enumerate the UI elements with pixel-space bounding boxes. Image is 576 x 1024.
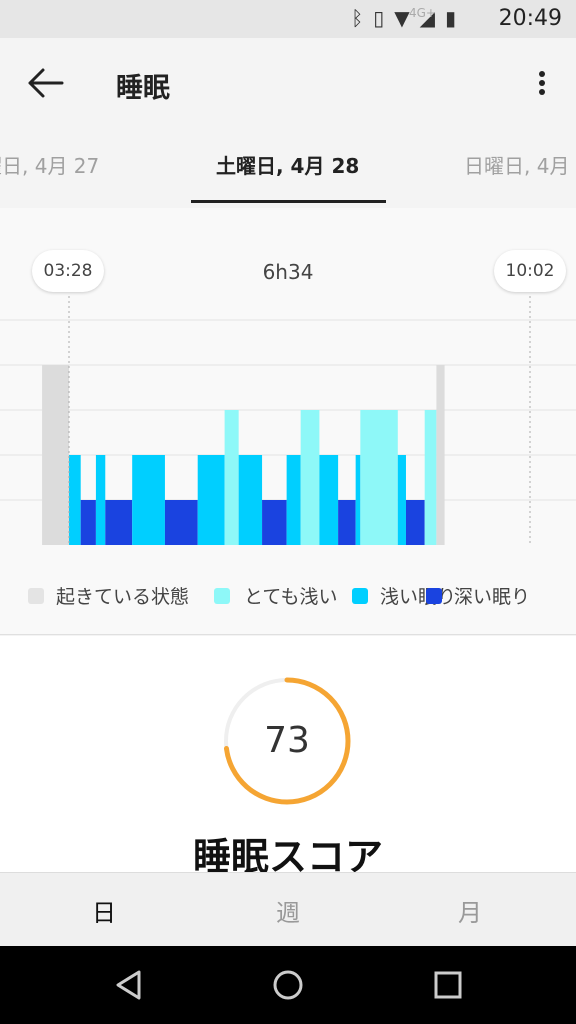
date-tab-current[interactable]: 土曜日, 4月 28 [216, 150, 359, 179]
sleep-stage-bar [224, 410, 239, 545]
system-navigation-bar [0, 946, 576, 1024]
sleep-stage-bar [238, 455, 263, 545]
bottom-tab-bar: 日 週 月 [0, 872, 576, 947]
date-tab-previous[interactable]: 曜日, 4月 27 [0, 150, 99, 179]
tab-week[interactable]: 週 [238, 893, 338, 928]
battery-icon: ▮ [444, 6, 456, 30]
legend-label-light: 浅い眠り [380, 586, 457, 608]
sleep-stage-bar [424, 410, 437, 545]
page-title: 睡眠 [116, 73, 170, 104]
sleep-stage-bar [319, 455, 339, 545]
system-recents-icon[interactable] [431, 968, 465, 1002]
legend-swatch-light [352, 588, 368, 604]
sleep-stage-bar [300, 410, 320, 545]
more-options-icon[interactable] [532, 68, 552, 98]
sleep-stage-bar [42, 365, 69, 545]
legend-label-very-light: とても浅い [244, 586, 338, 608]
system-back-icon[interactable] [112, 968, 146, 1002]
sleep-stage-bar [95, 455, 106, 545]
bluetooth-icon: ᛒ [351, 6, 364, 30]
sleep-stage-bar [262, 500, 287, 545]
sleep-stage-bar [338, 500, 356, 545]
sleep-stage-bar [360, 410, 398, 545]
legend-swatch-deep [426, 588, 442, 604]
score-value: 73 [264, 720, 310, 761]
network-type: 4G+ [409, 6, 436, 20]
sleep-stage-bar [80, 500, 96, 545]
system-home-icon[interactable] [271, 968, 305, 1002]
status-bar: ᛒ ▯ ▼ ◢ ▮ 4G+ 20:49 [0, 0, 576, 38]
back-arrow-icon[interactable] [26, 66, 66, 100]
sleep-stage-bar [197, 455, 225, 545]
sleep-stage-bar [405, 500, 425, 545]
sleep-stage-bar [397, 455, 406, 545]
sleep-stage-bar [286, 455, 301, 545]
sleep-stage-bar [436, 365, 445, 545]
date-tab-next[interactable]: 日曜日, 4月 [464, 150, 569, 179]
sleep-duration: 6h34 [262, 260, 314, 284]
legend-label-awake: 起きている状態 [56, 586, 190, 608]
date-selector: 曜日, 4月 27 土曜日, 4月 28 日曜日, 4月 [0, 128, 576, 208]
sleep-stage-bar [132, 455, 165, 545]
sleep-stage-bar [164, 500, 198, 545]
tab-day[interactable]: 日 [54, 893, 154, 928]
sleep-stage-bar [355, 455, 361, 545]
sleep-score-card[interactable]: 73 睡眠スコア [0, 636, 576, 879]
legend-label-deep: 深い眠り [454, 586, 531, 608]
sleep-end-time: 10:02 [494, 250, 566, 292]
vibrate-icon: ▯ [373, 6, 385, 30]
status-time: 20:49 [498, 6, 562, 31]
app-bar: 睡眠 [0, 38, 576, 128]
wifi-icon: ▼ [394, 6, 410, 30]
sleep-chart-card: 03:28 6h34 10:02 起きている状態 とても浅い 浅い眠り 深い眠り [0, 208, 576, 635]
tab-month[interactable]: 月 [420, 893, 520, 928]
sleep-stage-bar [69, 455, 81, 545]
sleep-stage-bar [105, 500, 133, 545]
legend-swatch-awake [28, 588, 44, 604]
date-tab-indicator [191, 200, 386, 203]
chart-legend: 起きている状態 とても浅い 浅い眠り 深い眠り [0, 582, 576, 612]
legend-swatch-very-light [214, 588, 230, 604]
status-icons: ᛒ ▯ ▼ ◢ ▮ [351, 6, 456, 30]
